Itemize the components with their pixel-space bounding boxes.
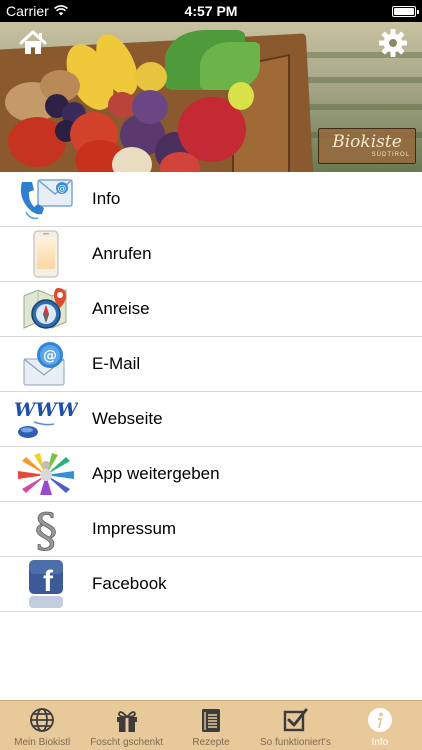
menu-item-email[interactable]: @ E-Mail	[0, 337, 422, 392]
tab-mein-biokistl[interactable]: Mein Biokistl	[0, 701, 84, 750]
svg-text:@: @	[43, 348, 57, 364]
carrier-label: Carrier	[6, 3, 49, 19]
globe-icon	[28, 706, 56, 734]
tab-rezepte[interactable]: Rezepte	[169, 701, 253, 750]
logo-subtitle: SÜDTIROL	[371, 152, 410, 158]
menu-label-email: E-Mail	[92, 354, 141, 373]
menu-item-webseite[interactable]: WWW Webseite	[0, 392, 422, 447]
tab-so-funktionierts[interactable]: So funktioniert's	[253, 701, 337, 750]
menu-label-facebook: Facebook	[92, 574, 167, 593]
tab-label-so-funktionierts: So funktioniert's	[260, 737, 331, 748]
settings-button[interactable]	[378, 28, 408, 58]
logo-name: Biokiste	[332, 132, 402, 152]
menu-label-anrufen: Anrufen	[92, 244, 152, 263]
tab-bar: Mein Biokistl Foscht gschenkt Rezepte So…	[0, 700, 422, 750]
battery-level	[393, 7, 414, 15]
status-left: Carrier	[6, 3, 126, 19]
tab-foscht-gschenkt[interactable]: Foscht gschenkt	[84, 701, 168, 750]
biokiste-logo: Biokiste SÜDTIROL	[318, 128, 416, 164]
menu-item-app-weitergeben[interactable]: App weitergeben	[0, 447, 422, 502]
status-right	[296, 5, 419, 17]
home-button[interactable]	[18, 30, 48, 56]
menu-item-facebook[interactable]: f Facebook	[0, 557, 422, 612]
status-time: 4:57 PM	[184, 3, 238, 19]
facebook-icon: f	[0, 557, 92, 612]
menu-item-impressum[interactable]: § Impressum	[0, 502, 422, 557]
menu-label-app-weitergeben: App weitergeben	[92, 464, 220, 483]
www-mouse-icon: WWW	[0, 392, 92, 447]
lemon-image	[228, 82, 254, 110]
email-icon: @	[0, 337, 92, 392]
menu-label-webseite: Webseite	[92, 409, 163, 428]
compass-map-icon	[0, 282, 92, 337]
tab-info[interactable]: Info	[338, 701, 422, 750]
tab-label-mein-biokistl: Mein Biokistl	[14, 737, 71, 748]
plum-image	[132, 90, 168, 124]
share-people-icon	[0, 447, 92, 502]
svg-text:WWW: WWW	[14, 399, 78, 421]
svg-text:f: f	[43, 565, 54, 598]
info-icon	[366, 706, 394, 734]
tab-label-info: Info	[371, 737, 389, 748]
battery-icon	[391, 5, 419, 17]
status-bar: Carrier 4:57 PM	[0, 0, 422, 22]
checkbox-icon	[281, 706, 309, 734]
menu-item-anreise[interactable]: Anreise	[0, 282, 422, 337]
svg-text:@: @	[58, 184, 67, 194]
menu-item-info[interactable]: @ Info	[0, 172, 422, 227]
svg-text:§: §	[35, 504, 58, 554]
menu-label-info: Info	[92, 189, 121, 208]
header-banner: Biokiste SÜDTIROL	[0, 22, 422, 172]
wifi-icon	[53, 3, 68, 19]
gear-icon	[379, 29, 407, 57]
menu-item-anrufen[interactable]: Anrufen	[0, 227, 422, 282]
gift-icon	[113, 706, 141, 734]
recipe-book-icon	[197, 706, 225, 734]
menu-label-impressum: Impressum	[92, 519, 177, 538]
tab-label-foscht-gschenkt: Foscht gschenkt	[90, 737, 164, 748]
tab-label-rezepte: Rezepte	[192, 737, 230, 748]
paragraph-icon: §	[0, 502, 92, 557]
pepper-image	[135, 62, 167, 92]
home-icon	[19, 30, 47, 54]
smartphone-icon	[0, 227, 92, 282]
lettuce-image	[200, 42, 260, 90]
info-menu-list: @ Info Anrufen Anreise @ E-Mail WWW Webs…	[0, 172, 422, 612]
menu-label-anreise: Anreise	[92, 299, 150, 318]
phone-mail-icon: @	[0, 172, 92, 227]
